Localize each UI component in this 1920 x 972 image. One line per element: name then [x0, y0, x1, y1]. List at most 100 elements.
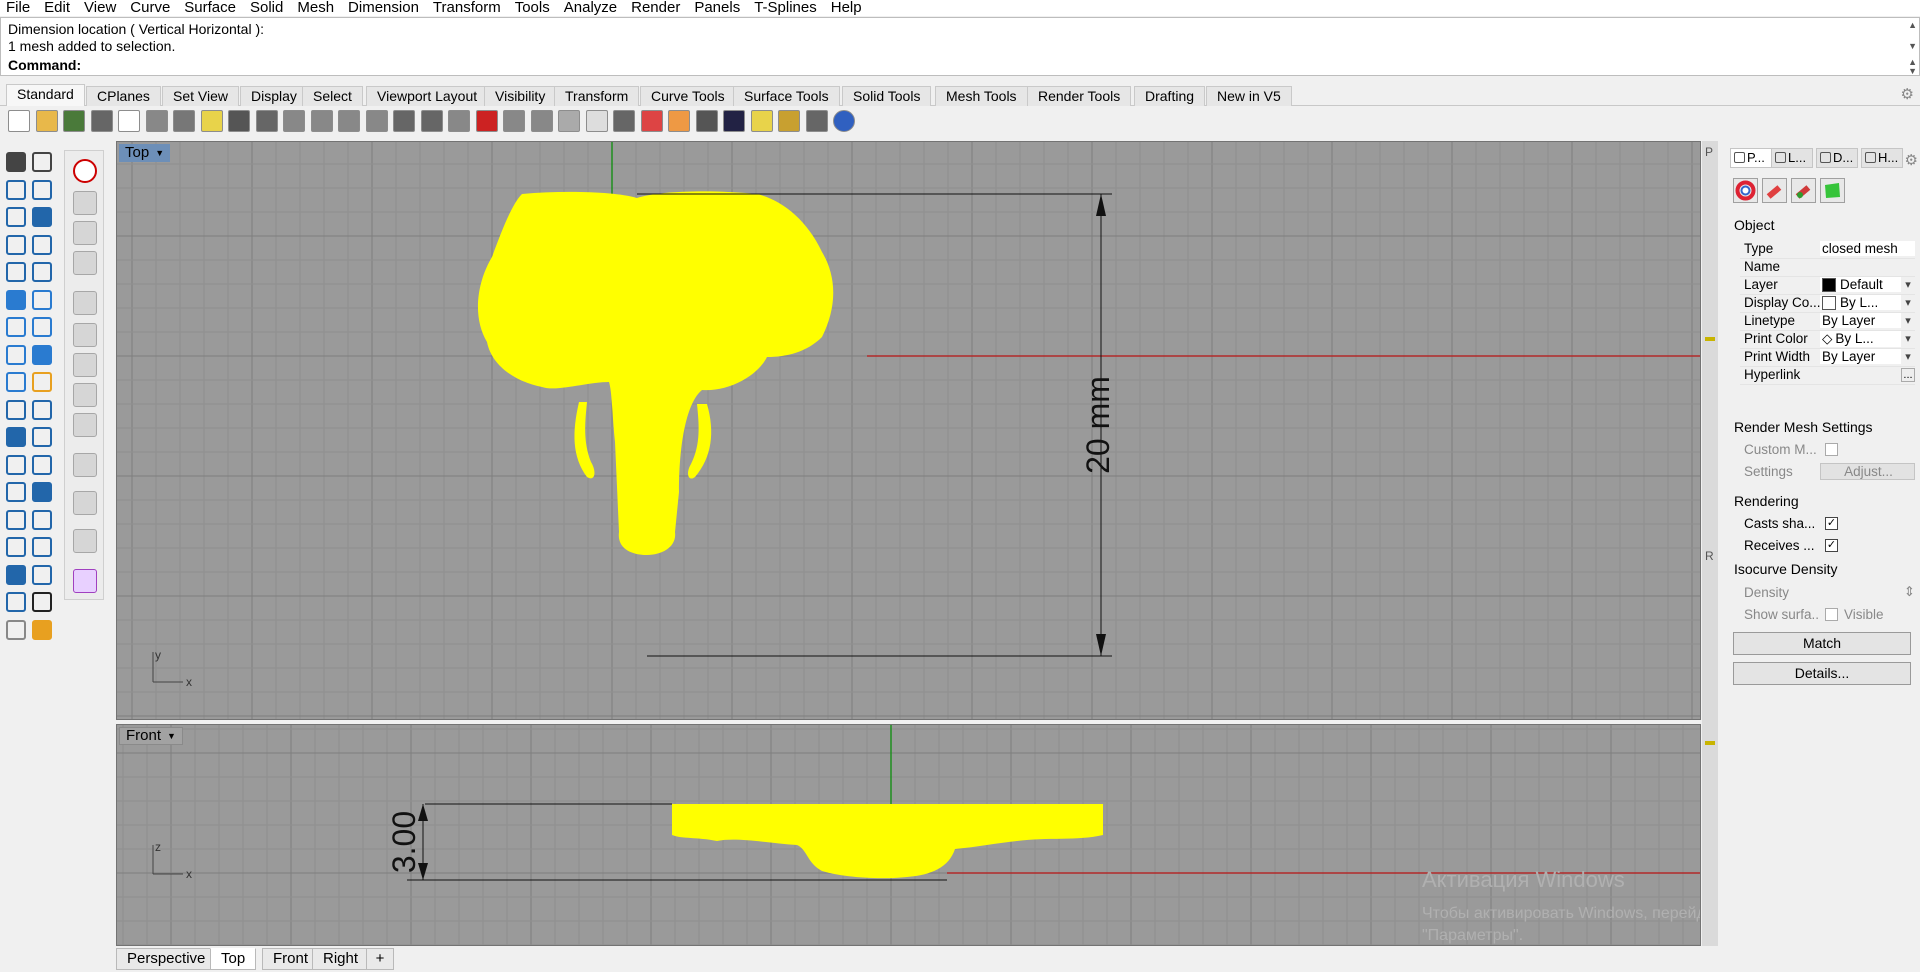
- history-scroll-down-icon[interactable]: ▼: [1908, 42, 1917, 51]
- boolean-icon[interactable]: [6, 372, 26, 392]
- menu-render[interactable]: Render: [631, 0, 680, 15]
- planar-icon[interactable]: [73, 251, 97, 275]
- menu-transform[interactable]: Transform: [433, 0, 501, 15]
- settings-icon[interactable]: [73, 569, 97, 593]
- texture-brush-icon[interactable]: [1791, 178, 1816, 203]
- color-wheel-icon[interactable]: [668, 110, 690, 132]
- options-icon[interactable]: [778, 110, 800, 132]
- property-value-print-width[interactable]: By Layer: [1820, 349, 1901, 364]
- casts-shadows-row[interactable]: Casts sha... ✓: [1740, 513, 1915, 533]
- casts-shadows-checkbox[interactable]: ✓: [1825, 516, 1838, 530]
- osnap-icon[interactable]: [530, 110, 553, 132]
- menu-tools[interactable]: Tools: [515, 0, 550, 15]
- view-top-icon[interactable]: [73, 323, 97, 347]
- paste-icon[interactable]: [200, 110, 223, 132]
- tab-drafting[interactable]: Drafting: [1134, 86, 1206, 106]
- front-viewport-canvas[interactable]: 3.00 z x Активация Windows Чтобы активир…: [117, 725, 1701, 946]
- offset-icon[interactable]: [6, 454, 26, 475]
- arc-icon[interactable]: [6, 234, 26, 255]
- zoom-selected-icon[interactable]: [393, 110, 415, 132]
- panel-tab-properties[interactable]: P...: [1730, 148, 1772, 168]
- new-file-icon[interactable]: [8, 110, 30, 132]
- rectangle-icon[interactable]: [32, 234, 52, 255]
- tab-standard[interactable]: Standard: [6, 84, 85, 107]
- tab-visibility[interactable]: Visibility: [484, 86, 557, 106]
- menu-dimension[interactable]: Dimension: [348, 0, 419, 15]
- menu-solid[interactable]: Solid: [250, 0, 283, 15]
- viewport-layout-icon[interactable]: [448, 110, 470, 132]
- filter-icon[interactable]: [503, 110, 525, 132]
- details-button[interactable]: Details...: [1733, 662, 1911, 685]
- tab-transform[interactable]: Transform: [554, 86, 640, 106]
- world-icon[interactable]: [73, 221, 97, 245]
- chevron-down-icon[interactable]: ▾: [1901, 278, 1915, 291]
- view-right-icon[interactable]: [73, 383, 97, 407]
- block-icon[interactable]: [6, 537, 26, 557]
- sphere-icon[interactable]: [32, 317, 52, 337]
- move-icon[interactable]: [283, 110, 305, 132]
- command-scroll-icon[interactable]: ▲ ▼: [1908, 58, 1917, 76]
- menu-panels[interactable]: Panels: [694, 0, 740, 15]
- tab-display[interactable]: Display: [240, 86, 308, 106]
- curve-icon[interactable]: [32, 179, 52, 200]
- front-viewport[interactable]: 3.00 z x Активация Windows Чтобы активир…: [116, 724, 1701, 946]
- match-button[interactable]: Match: [1733, 632, 1911, 655]
- hyperlink-browse-button[interactable]: ...: [1901, 367, 1915, 382]
- tab-curve-tools[interactable]: Curve Tools: [640, 86, 736, 106]
- car-icon[interactable]: [475, 110, 498, 132]
- menu-analyze[interactable]: Analyze: [564, 0, 617, 15]
- panel-tab-layers[interactable]: L...: [1771, 148, 1813, 168]
- save-icon[interactable]: [63, 110, 85, 132]
- display-icon[interactable]: [73, 529, 97, 553]
- panel-gear-icon[interactable]: ⚙: [1905, 151, 1918, 169]
- custom-mesh-row[interactable]: Custom M...: [1740, 439, 1915, 459]
- lock-icon[interactable]: [613, 110, 635, 132]
- property-value-linetype[interactable]: By Layer: [1820, 313, 1901, 328]
- trim-icon[interactable]: [32, 399, 52, 420]
- rotate-view-icon[interactable]: [420, 110, 443, 132]
- property-row-type[interactable]: Type closed mesh: [1740, 239, 1915, 259]
- analyze-icon[interactable]: [32, 537, 52, 557]
- tab-mesh-tools[interactable]: Mesh Tools: [935, 86, 1028, 106]
- chevron-down-icon[interactable]: ▾: [1901, 332, 1915, 345]
- split-icon[interactable]: [6, 399, 26, 420]
- decal-icon[interactable]: [1820, 178, 1845, 203]
- transform-icon[interactable]: [6, 509, 26, 530]
- show-surface-checkbox[interactable]: [1825, 607, 1838, 621]
- cplane-icon[interactable]: [73, 291, 97, 315]
- property-row-layer[interactable]: Layer Default ▾: [1740, 275, 1915, 295]
- top-viewport-title[interactable]: Top ▼: [119, 144, 171, 162]
- circle-icon[interactable]: [6, 207, 26, 227]
- property-row-hyperlink[interactable]: Hyperlink...: [1740, 365, 1915, 385]
- menu-t-splines[interactable]: T-Splines: [754, 0, 817, 15]
- cylinder-icon[interactable]: [6, 344, 26, 365]
- zoom-extents-icon[interactable]: [365, 110, 388, 132]
- show-surface-row[interactable]: Show surfa... Visible: [1740, 604, 1915, 624]
- panel-tab-help[interactable]: H...: [1861, 148, 1903, 168]
- point-icon[interactable]: [32, 152, 52, 172]
- shade-icon[interactable]: [6, 619, 26, 640]
- color-wheel-icon[interactable]: [1733, 178, 1758, 203]
- adjust-button[interactable]: Adjust...: [1820, 462, 1915, 480]
- command-line[interactable]: Command: ▲ ▼: [0, 56, 1920, 76]
- tab-surface-tools[interactable]: Surface Tools: [733, 86, 840, 106]
- property-value-print-color[interactable]: ◇ By L...: [1820, 330, 1901, 347]
- mesh-icon[interactable]: [6, 592, 26, 612]
- custom-mesh-checkbox[interactable]: [1825, 442, 1838, 456]
- zoom-window-icon[interactable]: [338, 110, 360, 132]
- property-row-name[interactable]: Name: [1740, 257, 1915, 277]
- density-row[interactable]: Density ⇕: [1740, 582, 1915, 602]
- curve-tools-icon[interactable]: [32, 262, 52, 282]
- ellipse-icon[interactable]: [32, 207, 52, 227]
- menu-mesh[interactable]: Mesh: [297, 0, 334, 15]
- extrude-icon[interactable]: [32, 344, 52, 365]
- property-value-layer[interactable]: Default: [1820, 277, 1901, 292]
- tab-cplanes[interactable]: CPlanes: [86, 86, 161, 106]
- property-row-print-color[interactable]: Print Color ◇ By L... ▾: [1740, 329, 1915, 349]
- tab-viewport-layout[interactable]: Viewport Layout: [366, 86, 489, 106]
- top-viewport-canvas[interactable]: 20 mm y x: [117, 142, 1701, 720]
- check-icon[interactable]: [32, 592, 52, 612]
- chevron-down-icon[interactable]: ▼: [167, 727, 176, 745]
- top-viewport[interactable]: 20 mm y x Top ▼: [116, 141, 1701, 720]
- rendered-icon[interactable]: [723, 110, 745, 132]
